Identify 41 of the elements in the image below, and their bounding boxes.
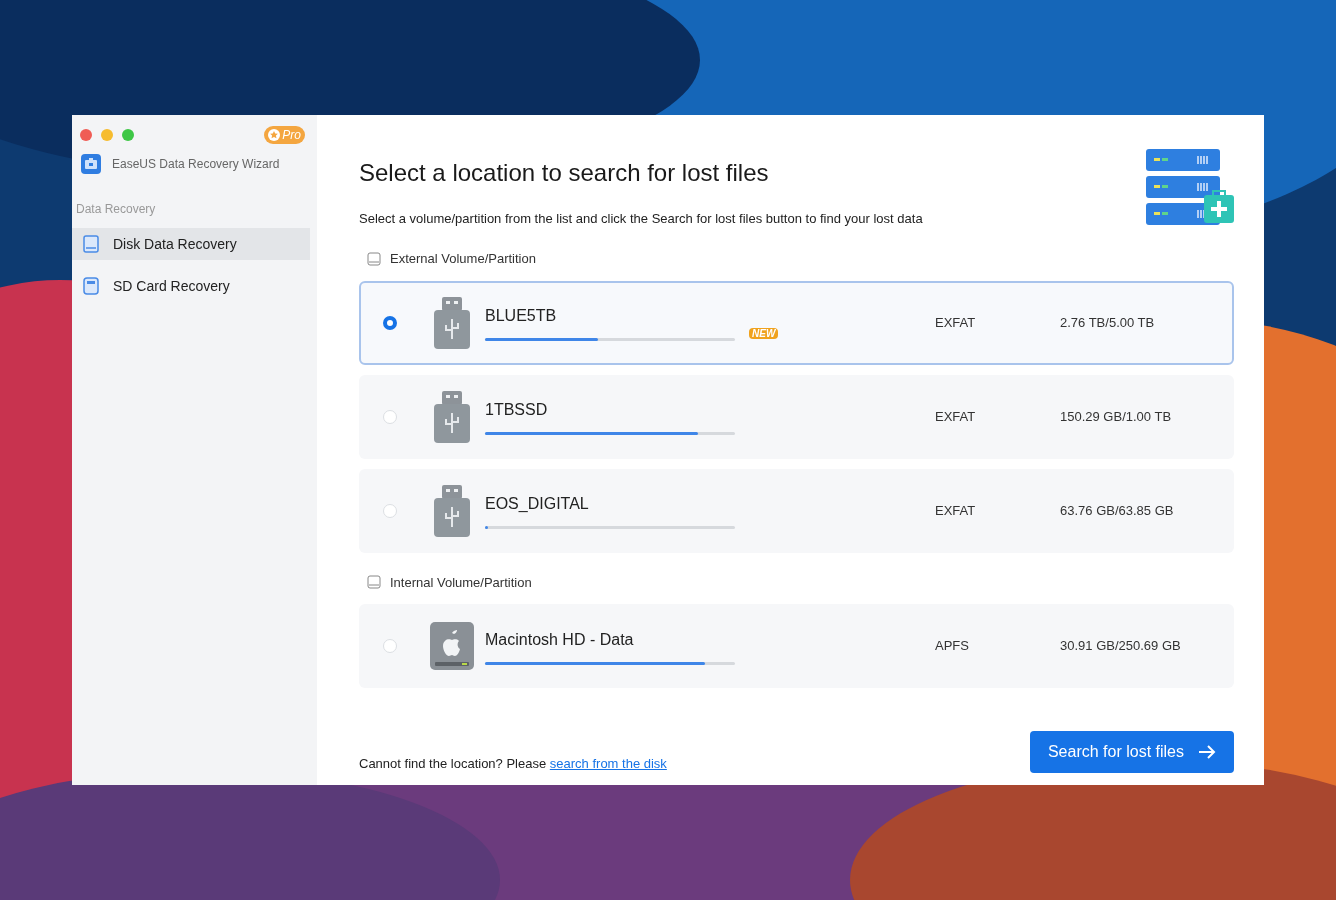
group-label: External Volume/Partition: [390, 250, 536, 268]
capacity: 63.76 GB/63.85 GB: [1060, 501, 1174, 520]
device-row[interactable]: Macintosh HD - Data APFS 30.91 GB/250.69 GB: [359, 604, 1234, 688]
capacity: 2.76 TB/5.00 TB: [1060, 313, 1155, 332]
file-system: EXFAT: [935, 313, 977, 332]
usb-drive-icon: [433, 484, 471, 537]
file-system: EXFAT: [935, 407, 977, 426]
hard-drive-icon: [429, 621, 475, 671]
radio-button[interactable]: [383, 315, 397, 330]
capacity: 30.91 GB/250.69 GB: [1060, 637, 1181, 656]
sidebar-item[interactable]: SD Card Recovery: [72, 270, 310, 302]
page-title: Select a location to search for lost files: [359, 158, 770, 188]
sidebar-item-label: Disk Data Recovery: [113, 234, 237, 254]
device-row[interactable]: EOS_DIGITAL EXFAT 63.76 GB/63.85 GB: [359, 468, 1234, 553]
group-label: Internal Volume/Partition: [390, 573, 532, 592]
usb-drive-icon: [433, 296, 471, 349]
search-disk-link[interactable]: search from the disk: [549, 755, 667, 771]
device-name: EOS_DIGITAL: [485, 494, 590, 514]
file-system: APFS: [935, 637, 970, 656]
page-subtitle: Select a volume/partition from the list and click the Search for lost files button to find your lost data: [359, 210, 923, 228]
section-label: Data Recovery: [75, 201, 157, 218]
device-row[interactable]: BLUE5TB NEW EXFAT 2.76 TB/5.00 TB: [359, 280, 1234, 365]
drive-icon: [367, 575, 381, 590]
drive-icon: [367, 251, 381, 266]
sidebar-item[interactable]: Disk Data Recovery: [72, 228, 310, 260]
device-row[interactable]: 1TBSSD EXFAT 150.29 GB/1.00 TB: [359, 374, 1234, 459]
new-badge: NEW: [749, 327, 779, 339]
star-icon: [268, 129, 281, 141]
usb-drive-icon: [433, 390, 471, 443]
footer-text: Cannot find the location? Please search from the disk: [359, 754, 667, 773]
app-name: EaseUS Data Recovery Wizard: [112, 156, 280, 173]
device-name: 1TBSSD: [485, 400, 549, 420]
sidebar-item-label: SD Card Recovery: [113, 276, 230, 296]
device-name: BLUE5TB: [485, 306, 558, 326]
sd-card-icon: [83, 277, 99, 295]
app-logo-icon: [81, 154, 101, 174]
arrow-right-icon: [1198, 745, 1216, 759]
file-system: EXFAT: [935, 501, 977, 520]
search-button[interactable]: Search for lost files: [1029, 731, 1234, 773]
capacity: 150.29 GB/1.00 TB: [1060, 407, 1172, 426]
device-name: Macintosh HD - Data: [485, 629, 635, 650]
